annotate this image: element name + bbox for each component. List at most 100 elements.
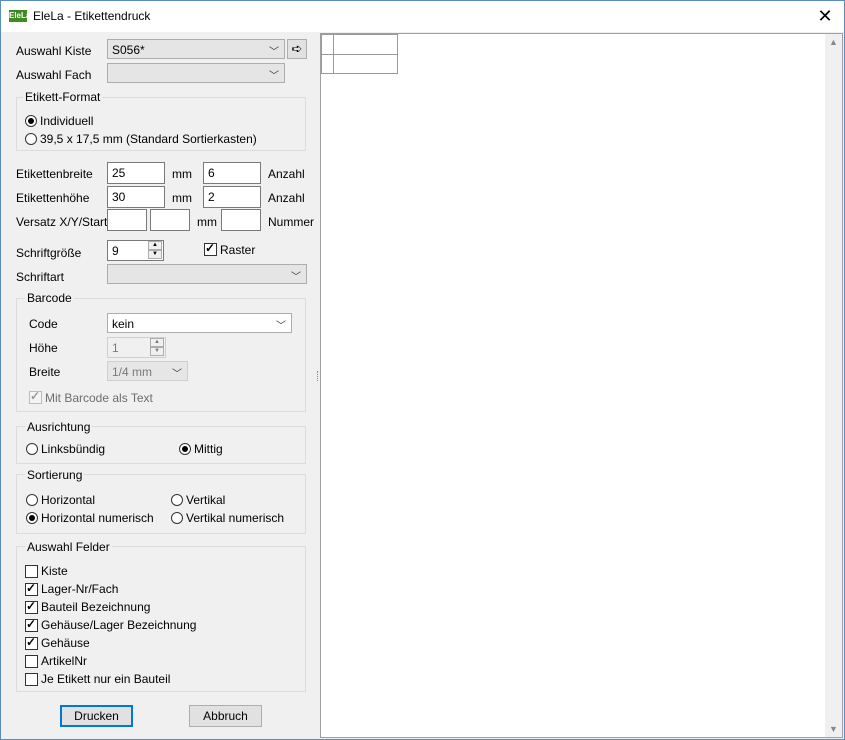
schriftgroesse-spinner[interactable]: 9 ▲ ▼ — [107, 240, 164, 261]
alignment-label-center: Mittig — [194, 442, 223, 456]
field-label-bauteil-bezeichnung: Bauteil Bezeichnung — [41, 600, 151, 614]
hoehe-value: 30 — [112, 190, 126, 204]
kiste-select[interactable]: S056* ﹀ — [107, 39, 285, 59]
versatz-label: Versatz X/Y/Start — [16, 215, 108, 229]
sorting-label-vertikal: Vertikal — [186, 493, 226, 507]
chevron-down-icon: ﹀ — [276, 321, 286, 332]
scroll-up-icon[interactable]: ▲ — [829, 37, 838, 47]
alignment-group-title: Ausrichtung — [25, 420, 93, 434]
fach-label: Auswahl Fach — [16, 68, 92, 82]
sorting-radio-horizontal-numerisch[interactable] — [26, 512, 38, 524]
breite-unit: mm — [172, 167, 192, 181]
hoehe-label: Etikettenhöhe — [16, 191, 90, 205]
barcode-height-label: Höhe — [29, 341, 58, 355]
app-icon: EleLa — [9, 10, 31, 22]
barcode-code-value: kein — [112, 317, 135, 331]
schriftart-select[interactable]: ﹀ — [107, 264, 307, 284]
barcode-as-text-checkbox[interactable] — [29, 389, 42, 404]
sorting-radio-horizontal[interactable] — [26, 494, 38, 506]
field-checkbox-artikelnr[interactable] — [25, 655, 38, 668]
format-label-individuell: Individuell — [40, 114, 94, 128]
raster-checkbox[interactable] — [204, 241, 217, 256]
alignment-label-left: Linksbündig — [41, 442, 106, 456]
chevron-down-icon: ﹀ — [291, 272, 301, 283]
sorting-radio-vertikal[interactable] — [171, 494, 183, 506]
preview-grid-cell — [333, 54, 398, 74]
versatz-y-input[interactable] — [150, 209, 190, 231]
print-button[interactable]: Drucken — [60, 705, 133, 727]
scroll-down-icon[interactable]: ▼ — [829, 724, 838, 734]
field-checkbox-gehaeuse-lager-bezeichnung[interactable] — [25, 617, 38, 632]
alignment-radio-left[interactable] — [26, 443, 38, 455]
breite-input[interactable]: 25 — [107, 162, 165, 184]
spin-down-icon[interactable]: ▼ — [150, 347, 164, 356]
spin-up-icon[interactable]: ▲ — [150, 338, 164, 347]
hoehe-count-value: 2 — [208, 190, 215, 204]
field-label-lager-nr-fach: Lager-Nr/Fach — [41, 582, 119, 596]
field-checkbox-ein-bauteil[interactable] — [25, 673, 38, 686]
sorting-radio-vertikal-numerisch[interactable] — [171, 512, 183, 524]
barcode-code-select[interactable]: kein ﹀ — [107, 313, 292, 333]
sorting-label-vertikal-numerisch: Vertikal numerisch — [186, 511, 285, 525]
fields-group-title: Auswahl Felder — [25, 540, 112, 554]
spin-down-icon[interactable]: ▼ — [148, 250, 162, 259]
sorting-group-title: Sortierung — [25, 468, 85, 482]
barcode-height-spinner[interactable]: 1 ▲ ▼ — [107, 337, 166, 358]
chevron-down-icon: ﹀ — [269, 47, 279, 58]
field-checkbox-lager-nr-fach[interactable] — [25, 581, 38, 596]
field-label-artikelnr: ArtikelNr — [41, 654, 88, 668]
alignment-radio-center[interactable] — [179, 443, 191, 455]
hoehe-input[interactable]: 30 — [107, 186, 165, 208]
chevron-down-icon: ﹀ — [269, 71, 279, 82]
breite-label: Etikettenbreite — [16, 167, 93, 181]
preview-grid-cell — [333, 34, 398, 55]
barcode-width-value: 1/4 mm — [112, 365, 153, 379]
format-radio-standard[interactable] — [25, 133, 37, 145]
field-label-gehaeuse-lager-bezeichnung: Gehäuse/Lager Bezeichnung — [41, 618, 197, 632]
kiste-go-button[interactable]: ➪ — [287, 39, 307, 59]
raster-label: Raster — [220, 243, 256, 257]
format-label-standard: 39,5 x 17,5 mm (Standard Sortierkasten) — [40, 132, 257, 146]
field-label-ein-bauteil: Je Etikett nur ein Bauteil — [41, 672, 171, 686]
sorting-label-horizontal: Horizontal — [41, 493, 96, 507]
breite-count-value: 6 — [208, 166, 215, 180]
label-preview[interactable]: ▲ ▼ — [320, 33, 843, 738]
field-checkbox-bauteil-bezeichnung[interactable] — [25, 599, 38, 614]
versatz-start-label: Nummer — [268, 215, 315, 229]
field-label-gehaeuse: Gehäuse — [41, 636, 90, 650]
format-radio-individuell[interactable] — [25, 115, 37, 127]
versatz-start-input[interactable] — [221, 209, 261, 231]
dialog-window: EleLa EleLa - Etikettendruck ✕ Auswahl K… — [0, 0, 845, 740]
breite-value: 25 — [112, 166, 126, 180]
barcode-code-label: Code — [29, 317, 58, 331]
spin-up-icon[interactable]: ▲ — [148, 241, 162, 250]
title-bar: EleLa EleLa - Etikettendruck ✕ — [1, 1, 844, 32]
barcode-width-select[interactable]: 1/4 mm ﹀ — [107, 361, 188, 381]
breite-count-label: Anzahl — [268, 167, 305, 181]
preview-scrollbar[interactable]: ▲ ▼ — [825, 34, 842, 737]
close-icon[interactable]: ✕ — [814, 5, 836, 27]
versatz-unit: mm — [197, 215, 217, 229]
barcode-group-title: Barcode — [25, 291, 74, 305]
field-checkbox-kiste[interactable] — [25, 565, 38, 578]
window-title: EleLa - Etikettendruck — [33, 9, 151, 23]
schriftart-label: Schriftart — [16, 270, 65, 284]
chevron-down-icon: ﹀ — [172, 369, 182, 380]
versatz-x-input[interactable] — [107, 209, 147, 231]
field-checkbox-gehaeuse[interactable] — [25, 635, 38, 650]
fach-select[interactable]: ﹀ — [107, 63, 285, 83]
kiste-value: S056* — [112, 43, 145, 57]
arrow-right-icon: ➪ — [291, 41, 303, 56]
format-group-title: Etikett-Format — [23, 90, 103, 104]
barcode-as-text-label: Mit Barcode als Text — [45, 391, 153, 405]
schriftgroesse-label: Schriftgröße — [16, 246, 82, 260]
hoehe-count-input[interactable]: 2 — [203, 186, 261, 208]
field-label-kiste: Kiste — [41, 564, 68, 578]
cancel-button[interactable]: Abbruch — [189, 705, 262, 727]
barcode-height-value: 1 — [112, 341, 119, 355]
sorting-label-horizontal-numerisch: Horizontal numerisch — [41, 511, 154, 525]
hoehe-unit: mm — [172, 191, 192, 205]
schriftgroesse-value: 9 — [112, 244, 119, 258]
kiste-label: Auswahl Kiste — [16, 44, 92, 58]
breite-count-input[interactable]: 6 — [203, 162, 261, 184]
